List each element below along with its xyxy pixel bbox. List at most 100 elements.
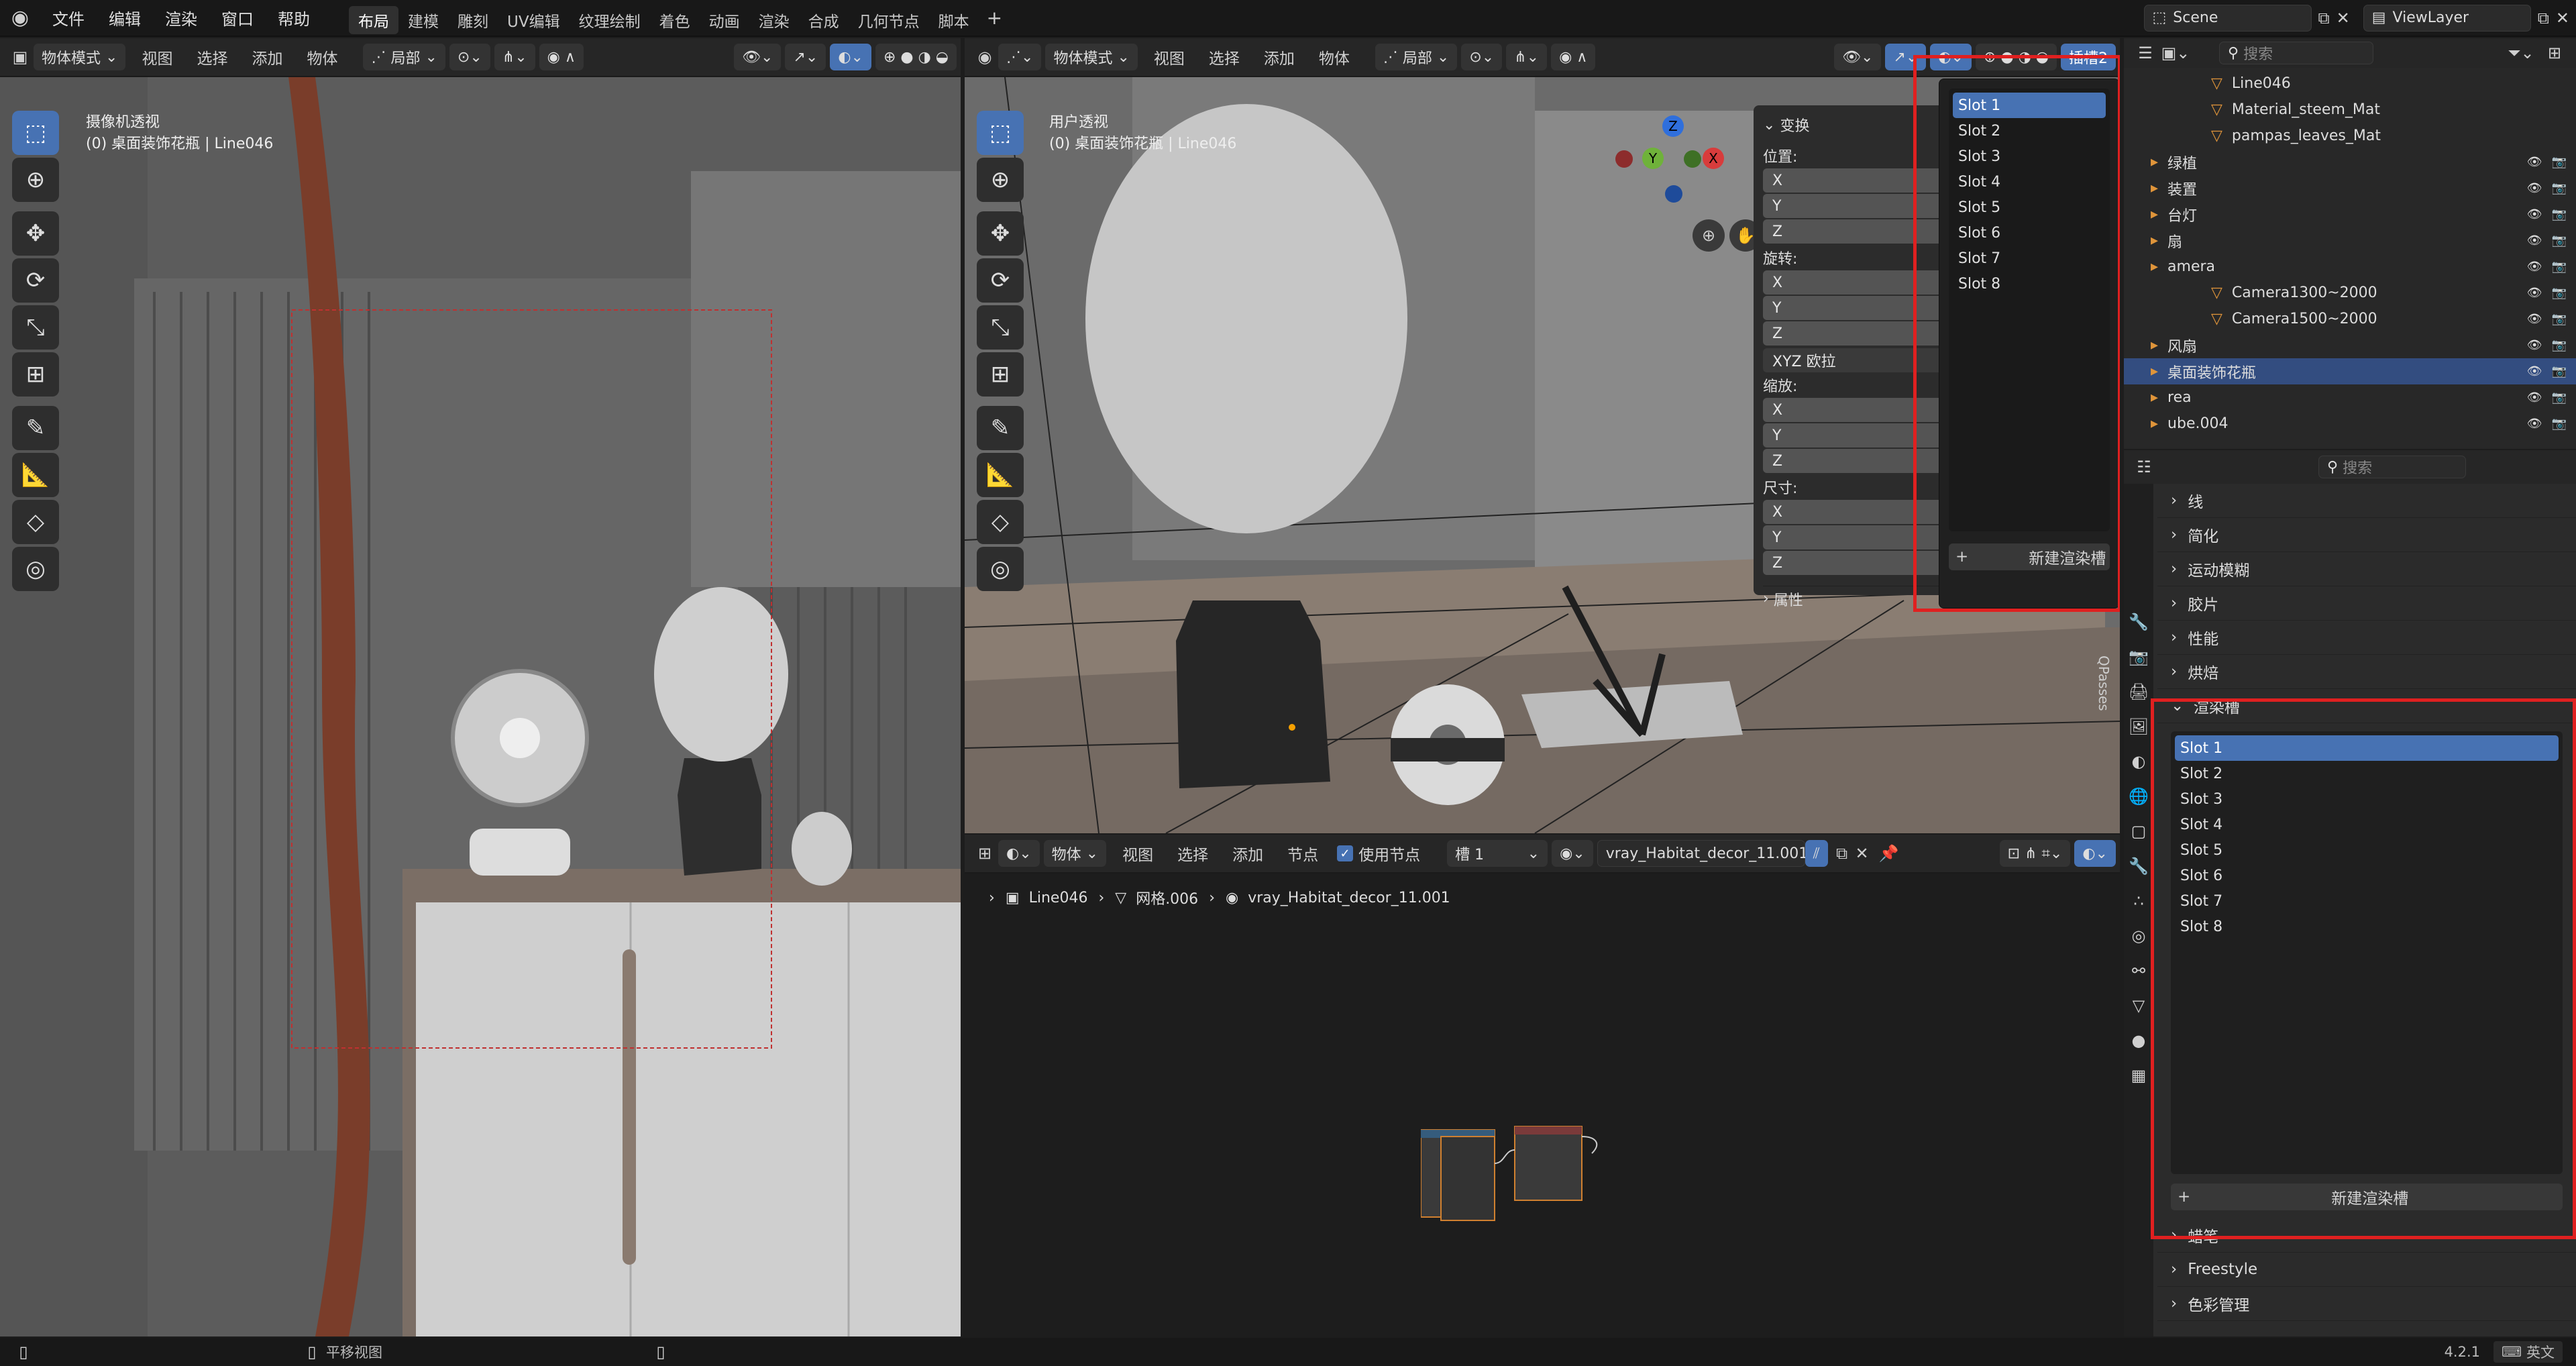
properties-type-icon[interactable]: ☷ <box>2131 458 2157 476</box>
scene-selector[interactable]: ⬚ Scene ⧉ ✕ <box>2143 4 2350 32</box>
camera-icon[interactable]: 📷 <box>2552 155 2567 169</box>
gizmo-y-axis[interactable]: Y <box>1642 148 1664 169</box>
scale-tool-icon[interactable]: ⤡ <box>12 305 59 350</box>
property-section-header[interactable]: › 色彩管理 <box>2157 1287 2576 1321</box>
editor-type-icon[interactable]: ◉ <box>971 48 998 66</box>
measure-tool-icon[interactable]: 📐 <box>977 453 1024 497</box>
cursor-tool-icon[interactable]: ⊕ <box>977 158 1024 202</box>
material-tab-icon[interactable]: ● <box>2124 1023 2153 1058</box>
workspace-tab[interactable]: 布局 <box>349 5 398 34</box>
breadcrumb-item[interactable]: Line046 <box>1029 890 1088 906</box>
display-mode-icon[interactable]: ▣⌄ <box>2159 44 2192 62</box>
use-nodes-checkbox[interactable]: ✓ 使用节点 <box>1337 842 1420 865</box>
rotate-tool-icon[interactable]: ⟳ <box>12 258 59 303</box>
eye-icon[interactable]: 👁 <box>2527 233 2542 248</box>
menu-item[interactable]: 窗口 <box>209 0 266 36</box>
eye-icon[interactable]: 👁 <box>2527 312 2542 326</box>
new-collection-icon[interactable]: ⊞ <box>2541 44 2568 62</box>
menu-item[interactable]: 文件 <box>40 0 97 36</box>
select-tool-icon[interactable]: ⬚ <box>977 111 1024 155</box>
property-section-header[interactable]: › Freestyle <box>2157 1253 2576 1287</box>
menu-item[interactable]: 渲染 <box>153 0 209 36</box>
scale-tool-icon[interactable]: ⤡ <box>977 305 1024 350</box>
proportional-icon[interactable]: ◉ ∧ <box>539 44 584 70</box>
eye-icon[interactable]: 👁 <box>2527 390 2542 405</box>
eye-icon[interactable]: 👁 <box>2527 260 2542 274</box>
output-tab-icon[interactable]: 🖨 <box>2124 674 2153 709</box>
material-name-field[interactable]: vray_Habitat_decor_11.001 <box>1597 840 1808 867</box>
select-tool-icon[interactable]: ⬚ <box>12 111 59 155</box>
outliner-row[interactable]: ▸ ube.004 👁 📷 <box>2124 411 2576 437</box>
header-menu-item[interactable]: 视图 <box>129 46 184 68</box>
new-viewlayer-icon[interactable]: ⧉ <box>2538 9 2549 28</box>
outliner-row[interactable]: ▸ 风扇 👁 📷 <box>2124 332 2576 358</box>
pivot-icon[interactable]: ⊙⌄ <box>1461 44 1503 70</box>
annotate-tool-icon[interactable]: ✎ <box>12 406 59 450</box>
eye-icon[interactable]: 👁 <box>2527 364 2542 378</box>
add-cube-tool-icon[interactable]: ◇ <box>12 500 59 544</box>
outliner-row[interactable]: ▽ pampas_leaves_Mat <box>2124 123 2576 149</box>
eye-icon[interactable]: 👁 <box>2527 338 2542 352</box>
workspace-tab[interactable]: 雕刻 <box>448 6 498 34</box>
ime-indicator[interactable]: ⌨ 英文 <box>2493 1341 2563 1363</box>
visibility-icon[interactable]: 👁⌄ <box>734 44 782 70</box>
mode-dropdown[interactable]: 物体模式 ⌄ <box>1045 44 1138 70</box>
sidebar-tab-qpasses[interactable]: QPasses <box>2096 655 2112 711</box>
shading-icon[interactable]: ⊕ ● ◑ ◒ <box>875 44 957 70</box>
camera-tool-icon[interactable]: ◎ <box>977 547 1024 591</box>
delete-scene-icon[interactable]: ✕ <box>2337 9 2350 28</box>
camera-icon[interactable]: 📷 <box>2552 390 2567 405</box>
visibility-icon[interactable]: 👁⌄ <box>1834 44 1882 70</box>
workspace-tab[interactable]: 渲染 <box>749 6 799 34</box>
header-menu-item[interactable]: 添加 <box>239 46 294 68</box>
transform-tool-icon[interactable]: ⊞ <box>977 352 1024 397</box>
rotate-tool-icon[interactable]: ⟳ <box>977 258 1024 303</box>
new-scene-icon[interactable]: ⧉ <box>2318 9 2330 28</box>
snap-icon[interactable]: ⋔⌄ <box>494 44 535 70</box>
unlink-material-icon[interactable]: ✕ <box>1852 844 1872 863</box>
gizmo-icon[interactable]: ↗⌄ <box>785 44 826 70</box>
menu-item[interactable]: 编辑 <box>97 0 153 36</box>
header-menu-item[interactable]: 物体 <box>294 46 350 68</box>
outliner-row[interactable]: ▽ Material_steem_Mat <box>2124 97 2576 123</box>
outliner-row[interactable]: ▸ 桌面装饰花瓶 👁 📷 <box>2124 358 2576 384</box>
annotate-tool-icon[interactable]: ✎ <box>977 406 1024 450</box>
workspace-tab[interactable]: 几何节点 <box>849 6 929 34</box>
outliner-type-icon[interactable]: ☰ <box>2132 44 2159 62</box>
property-section-header[interactable]: › 烘焙 <box>2157 655 2576 689</box>
viewlayer-selector[interactable]: ▤ ViewLayer ⧉ ✕ <box>2363 4 2569 32</box>
modifier-tab-icon[interactable]: 🔧 <box>2124 849 2153 884</box>
physics-tab-icon[interactable]: ◎ <box>2124 918 2153 953</box>
right-3d-viewport[interactable]: ◉ ⋰⌄ 物体模式 ⌄ 视图 选择 添加 物体 ⋰ 局部 ⌄ ⊙⌄ ⋔⌄ ◉ ∧ 👁⌄… <box>965 38 2120 833</box>
outliner-row[interactable]: ▽ Line046 <box>2124 70 2576 97</box>
tool-tab-icon[interactable]: 🔧 <box>2124 605 2153 639</box>
particles-tab-icon[interactable]: ∴ <box>2124 884 2153 918</box>
workspace-tab[interactable]: 建模 <box>398 6 448 34</box>
overlay-icon[interactable]: ◐⌄ <box>830 44 871 70</box>
outliner-row[interactable]: ▸ 台灯 👁 📷 <box>2124 201 2576 227</box>
pivot-icon[interactable]: ⊙⌄ <box>449 44 490 70</box>
outliner-row[interactable]: ▸ amera 👁 📷 <box>2124 254 2576 280</box>
header-menu-item[interactable]: 选择 <box>1165 842 1220 865</box>
camera-icon[interactable]: 📷 <box>2552 181 2567 195</box>
camera-icon[interactable]: 📷 <box>2552 260 2567 274</box>
left-3d-viewport[interactable]: ▣ 物体模式 ⌄ 视图 选择 添加 物体 ⋰ 局部 ⌄ ⊙⌄ ⋔⌄ ◉ ∧ 👁⌄ ↗⌄… <box>0 38 961 1336</box>
transform-orientation-dropdown[interactable]: ⋰ 局部 ⌄ <box>1375 44 1458 70</box>
object-tab-icon[interactable]: ▢ <box>2124 814 2153 849</box>
blender-logo-icon[interactable]: ◉ <box>0 0 40 36</box>
breadcrumb-item[interactable]: 网格.006 <box>1136 887 1198 908</box>
property-section-header[interactable]: › 运动模糊 <box>2157 552 2576 586</box>
node-overlay-icon[interactable]: ◐⌄ <box>2074 840 2116 867</box>
outliner-row[interactable]: ▸ 装置 👁 📷 <box>2124 175 2576 201</box>
node-snap-icon[interactable]: ⊡ ⋔ ⌗⌄ <box>1999 840 2071 867</box>
texture-tab-icon[interactable]: ▦ <box>2124 1058 2153 1093</box>
pin-icon[interactable]: 📌 <box>1872 844 1906 863</box>
property-section-header[interactable]: › 胶片 <box>2157 586 2576 621</box>
outliner-row[interactable]: ▸ 扇 👁 📷 <box>2124 227 2576 254</box>
property-section-header[interactable]: › 性能 <box>2157 621 2576 655</box>
property-section-header[interactable]: › 简化 <box>2157 518 2576 552</box>
outliner-row[interactable]: ▽ Camera1300~2000 👁 📷 <box>2124 280 2576 306</box>
transform-orientation-dropdown[interactable]: ⋰ 局部 ⌄ <box>363 44 445 70</box>
property-section-header[interactable]: › 线 <box>2157 484 2576 518</box>
move-tool-icon[interactable]: ✥ <box>977 211 1024 256</box>
